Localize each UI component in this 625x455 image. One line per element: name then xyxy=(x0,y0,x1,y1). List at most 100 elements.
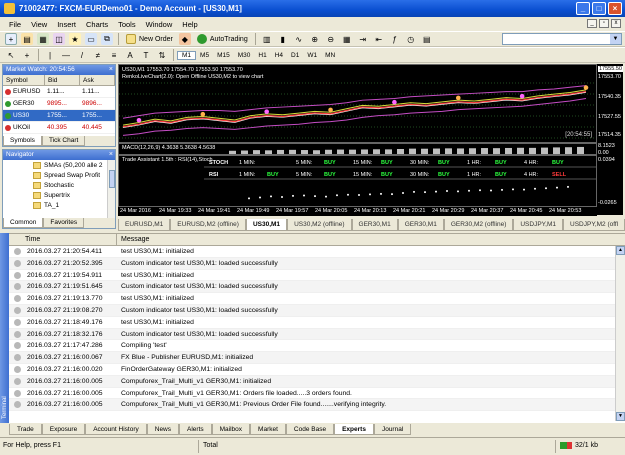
navigator-icon[interactable]: ★ xyxy=(69,33,81,45)
chart-tab[interactable]: US30,M1 xyxy=(245,219,288,231)
tile-windows-icon[interactable]: ▦ xyxy=(341,33,353,45)
navigator-scrollbar[interactable] xyxy=(107,160,115,218)
vertical-line-icon[interactable]: | xyxy=(44,49,56,61)
terminal-tab-code-base[interactable]: Code Base xyxy=(285,424,335,435)
close-icon[interactable]: × xyxy=(109,150,113,160)
navigator-item[interactable]: TA_1 xyxy=(3,200,115,210)
templates-icon[interactable]: ▤ xyxy=(421,33,433,45)
menu-tools[interactable]: Tools xyxy=(113,20,141,29)
terminal-tab-mailbox[interactable]: Mailbox xyxy=(211,424,251,435)
tab-favorites[interactable]: Favorites xyxy=(43,218,85,228)
log-row[interactable]: 2016.03.27 21:17:47.286 Compiling 'test' xyxy=(9,340,625,353)
menu-window[interactable]: Window xyxy=(141,20,178,29)
scroll-down-icon[interactable]: ▼ xyxy=(616,412,625,421)
chart-tab[interactable]: GER30,M1 xyxy=(397,219,444,231)
col-ask[interactable]: Ask xyxy=(80,75,115,85)
mdi-restore-button[interactable]: ▫ xyxy=(599,19,609,28)
market-watch-row[interactable]: US30 1755... 1755... xyxy=(3,110,115,122)
log-row[interactable]: 2016.03.27 21:18:49.176 test US30,M1: ini… xyxy=(9,317,625,329)
maximize-button[interactable]: □ xyxy=(592,2,606,15)
navigator-item[interactable]: Stochastic xyxy=(3,180,115,190)
candlestick-icon[interactable]: ▮ xyxy=(277,33,289,45)
chart-tab[interactable]: US30,M2 (offline) xyxy=(287,219,352,231)
tab-symbols[interactable]: Symbols xyxy=(3,136,42,146)
data-window-icon[interactable]: ◫ xyxy=(53,33,65,45)
tab-common[interactable]: Common xyxy=(3,218,44,228)
scroll-thumb[interactable] xyxy=(109,170,115,188)
autotrading-button[interactable]: AutoTrading xyxy=(193,33,252,46)
trendline-icon[interactable]: / xyxy=(76,49,88,61)
terminal-tab-journal[interactable]: Journal xyxy=(373,424,412,435)
horizontal-line-icon[interactable]: — xyxy=(60,49,72,61)
menu-file[interactable]: File xyxy=(4,20,26,29)
terminal-tab-alerts[interactable]: Alerts xyxy=(179,424,212,435)
navigator-item[interactable]: Spread Swap Profit xyxy=(3,170,115,180)
log-row[interactable]: 2016.03.27 21:20:52.395 Custom indicator … xyxy=(9,257,625,270)
fibonacci-icon[interactable]: ≡ xyxy=(108,49,120,61)
tf-m30[interactable]: M30 xyxy=(234,52,255,59)
log-row[interactable]: 2016.03.27 21:19:13.770 test US30,M1: ini… xyxy=(9,293,625,305)
arrows-icon[interactable]: ⇅ xyxy=(156,49,168,61)
cursor-icon[interactable]: ↖ xyxy=(5,49,17,61)
label-icon[interactable]: T xyxy=(140,49,152,61)
close-button[interactable]: × xyxy=(608,2,622,15)
text-icon[interactable]: A xyxy=(124,49,136,61)
periods-icon[interactable]: ◷ xyxy=(405,33,417,45)
chevron-down-icon[interactable]: ▼ xyxy=(610,34,621,44)
log-row[interactable]: 2016.03.27 21:16:00.005 Compuforex_Trail_… xyxy=(9,375,625,388)
terminal-tab-exposure[interactable]: Exposure xyxy=(41,424,86,435)
profiles-icon[interactable]: ▤ xyxy=(21,33,33,45)
navigator-item[interactable]: SMAs (50,200 alle 2 xyxy=(3,160,115,170)
indicators-icon[interactable]: ƒ xyxy=(389,33,401,45)
market-watch-row[interactable]: UKOil 40.395 40.445 xyxy=(3,122,115,134)
market-watch-row[interactable]: GER30 9895... 9896... xyxy=(3,98,115,110)
price-chart[interactable]: US30,M1 17553.70 17554.70 17553.50 17553… xyxy=(118,64,597,143)
zoom-in-icon[interactable]: ⊕ xyxy=(309,33,321,45)
log-row[interactable]: 2016.03.27 21:16:00.020 FinOrderGateway G… xyxy=(9,364,625,376)
market-watch-icon[interactable]: ▦ xyxy=(37,33,49,45)
col-bid[interactable]: Bid xyxy=(45,75,80,85)
menu-view[interactable]: View xyxy=(26,20,52,29)
navigator-item[interactable]: Supertrix xyxy=(3,190,115,200)
terminal-tab-account-history[interactable]: Account History xyxy=(85,424,147,435)
chart-tab[interactable]: USDJPY,M2 (offl xyxy=(563,219,625,231)
log-row[interactable]: 2016.03.27 21:19:54.911 test US30,M1: ini… xyxy=(9,270,625,282)
log-row[interactable]: 2016.03.27 21:19:51.645 Custom indicator … xyxy=(9,281,625,294)
metaeditor-icon[interactable]: ◆ xyxy=(178,33,191,45)
col-symbol[interactable]: Symbol xyxy=(3,75,45,85)
col-time[interactable]: Time xyxy=(9,234,117,245)
mdi-close-button[interactable]: x xyxy=(611,19,621,28)
tf-d1[interactable]: D1 xyxy=(287,52,303,59)
menu-insert[interactable]: Insert xyxy=(52,20,81,29)
tf-h4[interactable]: H4 xyxy=(271,52,287,59)
tf-w1[interactable]: W1 xyxy=(303,52,321,59)
zoom-out-icon[interactable]: ⊖ xyxy=(325,33,337,45)
chart-tab[interactable]: GER30,M1 xyxy=(351,219,398,231)
chart-shift-icon[interactable]: ⇤ xyxy=(373,33,385,45)
bar-chart-icon[interactable]: ▥ xyxy=(261,33,273,45)
scroll-up-icon[interactable]: ▲ xyxy=(616,246,625,255)
col-message[interactable]: Message xyxy=(117,234,149,245)
chart-tab[interactable]: EURUSD,M1 xyxy=(118,219,171,231)
chart-tab[interactable]: USDJPY,M1 xyxy=(513,219,564,231)
tf-h1[interactable]: H1 xyxy=(254,52,270,59)
new-order-button[interactable]: New Order xyxy=(122,33,177,46)
chart-tab[interactable]: GER30,M2 (offline) xyxy=(443,219,514,231)
channel-icon[interactable]: ≠ xyxy=(92,49,104,61)
minimize-button[interactable]: _ xyxy=(576,2,590,15)
strategy-tester-icon[interactable]: ⧉ xyxy=(101,33,113,45)
log-row[interactable]: 2016.03.27 21:19:08.270 Custom indicator … xyxy=(9,304,625,317)
chart-tab[interactable]: EURUSD,M2 (offline) xyxy=(170,219,246,231)
terminal-icon[interactable]: ▭ xyxy=(85,33,97,45)
trade-assistant-panel[interactable]: STOCH 1 MIN: 5 MIN: BUY 15 MIN: BUY 30 MIN: BUY… xyxy=(118,155,597,207)
menu-charts[interactable]: Charts xyxy=(81,20,113,29)
search-combo[interactable]: ▼ xyxy=(502,33,622,45)
line-chart-icon[interactable]: ∿ xyxy=(293,33,305,45)
log-row[interactable]: 2016.03.27 21:20:54.411 test US30,M1: ini… xyxy=(9,246,625,258)
autoscroll-icon[interactable]: ⇥ xyxy=(357,33,369,45)
tf-m15[interactable]: M15 xyxy=(213,52,234,59)
tf-m1[interactable]: M1 xyxy=(177,50,197,60)
log-row[interactable]: 2016.03.27 21:18:32.176 Custom indicator … xyxy=(9,328,625,341)
terminal-tab-experts[interactable]: Experts xyxy=(334,424,374,435)
terminal-scrollbar[interactable]: ▲ ▼ xyxy=(615,246,625,421)
